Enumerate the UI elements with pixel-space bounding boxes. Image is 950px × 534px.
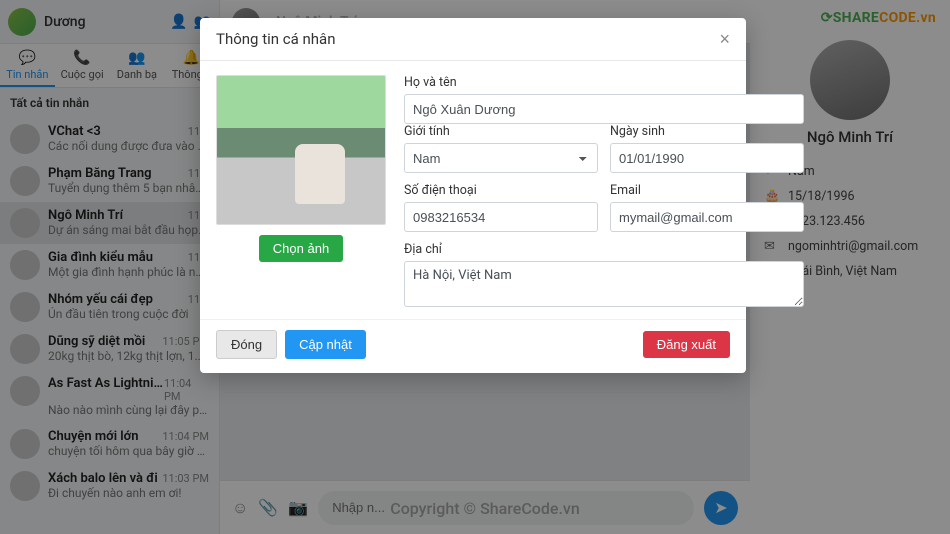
modal-title: Thông tin cá nhân	[216, 30, 335, 48]
fullname-input[interactable]	[404, 94, 804, 124]
close-icon[interactable]: ×	[719, 30, 730, 48]
label-address: Địa chỉ	[404, 242, 804, 257]
profile-modal: Thông tin cá nhân × Chọn ảnh Họ và tên G…	[200, 18, 746, 373]
label-phone: Số điện thoại	[404, 183, 598, 198]
update-button[interactable]: Cập nhật	[285, 330, 366, 359]
email-input[interactable]	[610, 202, 804, 232]
label-gender: Giới tính	[404, 124, 598, 139]
logout-button[interactable]: Đăng xuất	[643, 331, 730, 358]
gender-select[interactable]: Nam	[404, 143, 598, 173]
label-dob: Ngày sinh	[610, 124, 804, 139]
choose-photo-button[interactable]: Chọn ảnh	[259, 235, 343, 262]
label-email: Email	[610, 183, 804, 198]
close-button[interactable]: Đóng	[216, 330, 277, 359]
label-fullname: Họ và tên	[404, 75, 804, 90]
modal-header: Thông tin cá nhân ×	[200, 18, 746, 61]
address-input[interactable]	[404, 261, 804, 307]
profile-photo	[216, 75, 386, 225]
phone-input[interactable]	[404, 202, 598, 232]
dob-input[interactable]	[610, 143, 804, 173]
